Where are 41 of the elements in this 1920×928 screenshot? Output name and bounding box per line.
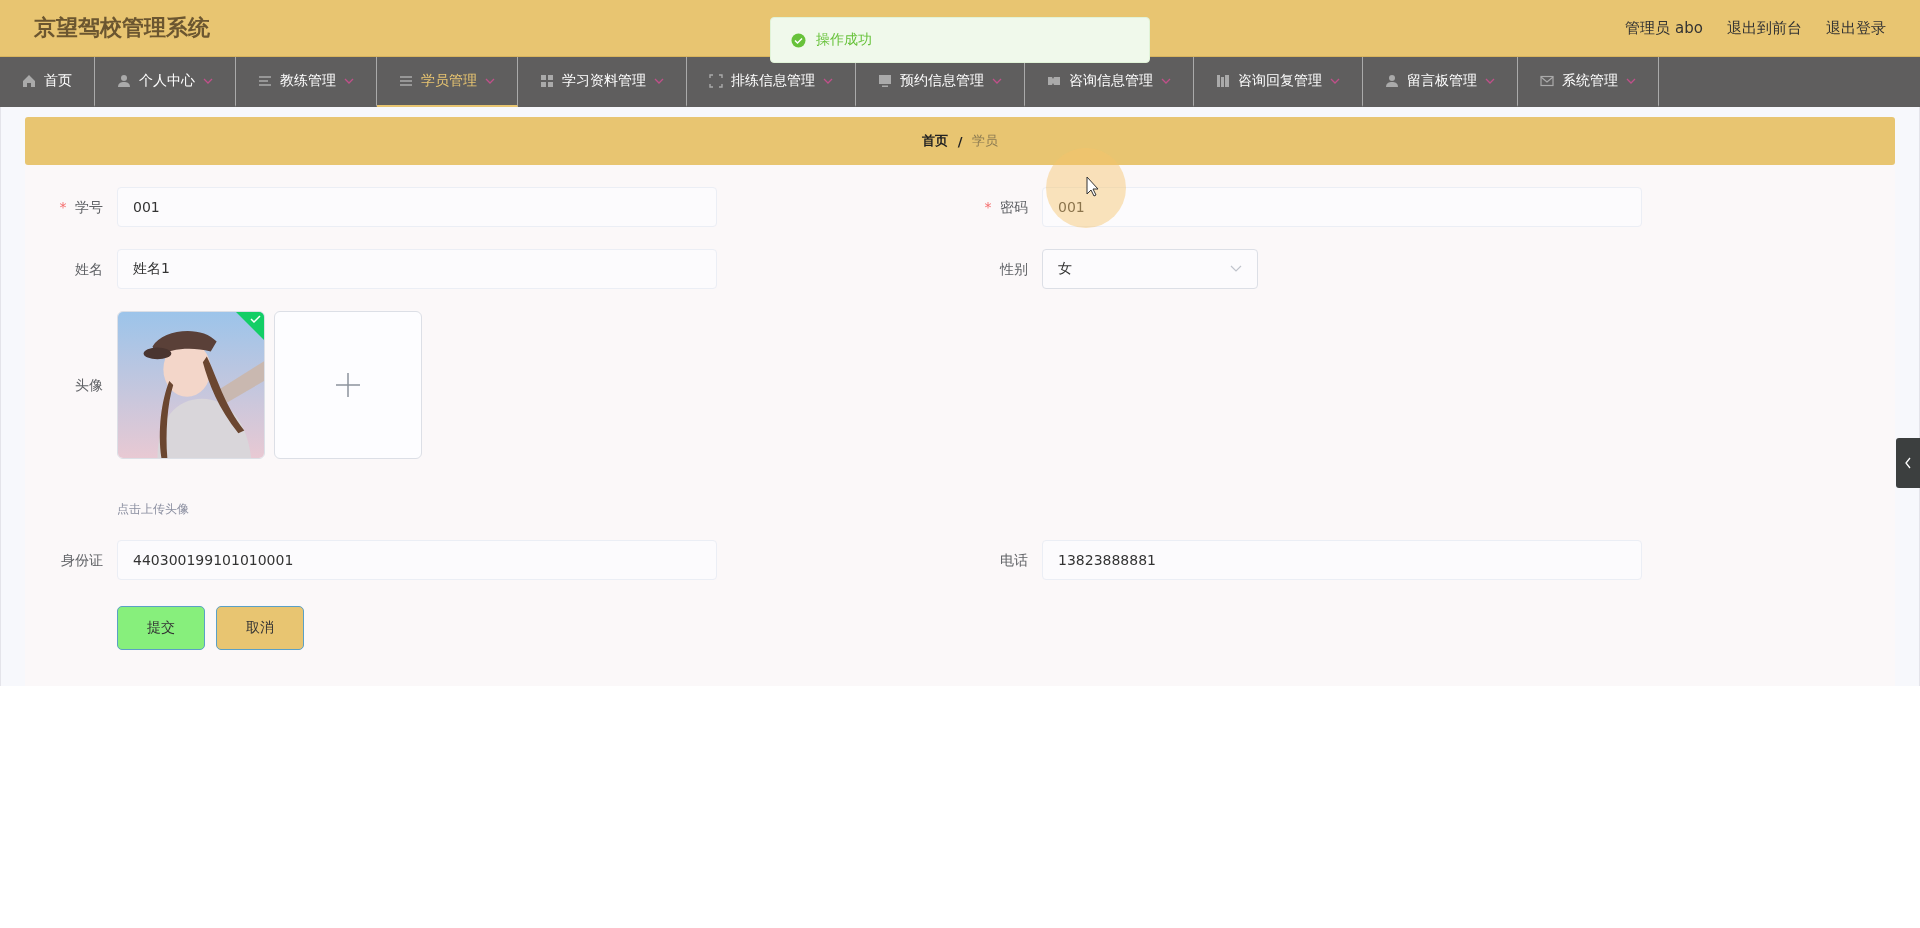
monitor-icon: [878, 74, 892, 88]
plus-icon: [335, 372, 361, 398]
field-label: 身份证: [60, 551, 103, 570]
list-icon: [399, 74, 413, 88]
select-field[interactable]: 女: [1042, 249, 1258, 289]
field-label: 电话: [999, 551, 1028, 570]
submit-button[interactable]: 提交: [117, 606, 205, 650]
cancel-button[interactable]: 取消: [216, 606, 304, 650]
header-link[interactable]: 退出到前台: [1727, 18, 1802, 38]
upload-button[interactable]: [274, 311, 422, 459]
field-label: 性别: [998, 260, 1028, 279]
chevron-down-icon: [1230, 265, 1242, 273]
person-icon: [1385, 74, 1399, 88]
person-icon: [117, 74, 131, 88]
books-icon: [1216, 74, 1230, 88]
input-field[interactable]: 440300199101010001: [117, 540, 717, 580]
ticket-icon: [1047, 74, 1061, 88]
check-circle-icon: [791, 32, 806, 48]
frame-corners-icon: [709, 74, 723, 88]
input-field[interactable]: 001: [1042, 187, 1642, 227]
list-icon: [258, 74, 272, 88]
breadcrumb-item[interactable]: 首页: [921, 132, 948, 150]
field-label: * 学号: [58, 198, 103, 217]
side-panel-toggle[interactable]: [1896, 438, 1920, 488]
input-field[interactable]: 001: [117, 187, 717, 227]
envelope-icon: [1540, 74, 1554, 88]
input-field[interactable]: 姓名1: [117, 249, 717, 289]
header-link[interactable]: 退出登录: [1826, 18, 1886, 38]
breadcrumb-separator: /: [957, 133, 963, 149]
field-label: * 密码: [983, 198, 1028, 217]
app-title: 京望驾校管理系统: [34, 14, 210, 42]
toast-text: 操作成功: [816, 31, 872, 49]
field-label: 头像: [74, 376, 103, 395]
grid-icon: [540, 74, 554, 88]
breadcrumb-item: 学员: [972, 132, 999, 150]
chevron-left-icon: [1904, 457, 1912, 469]
field-label: 姓名: [74, 260, 103, 279]
upload-hint: 点击上传头像: [117, 501, 190, 518]
header-link[interactable]: 管理员 abo: [1625, 18, 1703, 38]
home-icon: [22, 74, 36, 88]
input-field[interactable]: 13823888881: [1042, 540, 1642, 580]
